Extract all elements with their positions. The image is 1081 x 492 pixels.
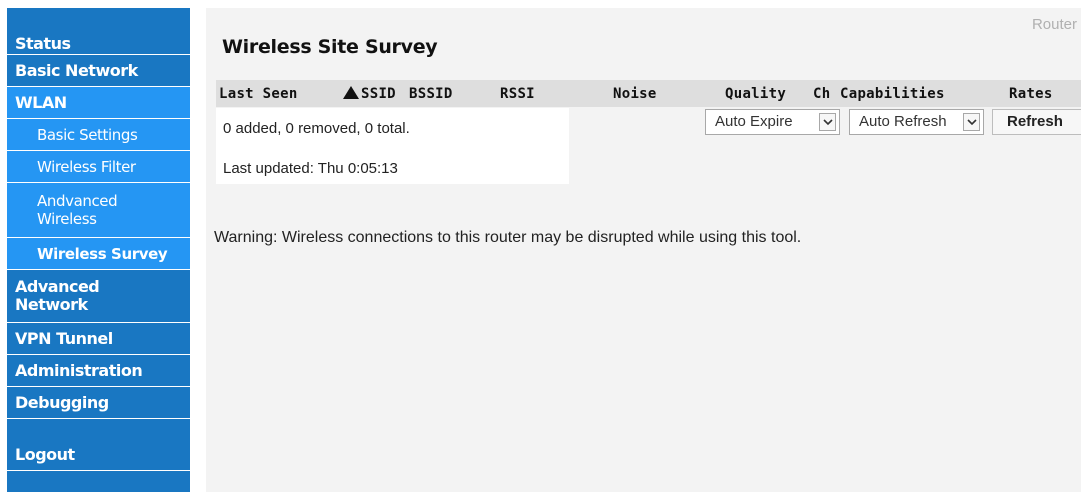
sidebar-item-label: Basic Settings bbox=[37, 125, 138, 144]
auto-refresh-select[interactable]: Auto Refresh bbox=[849, 109, 984, 135]
sort-ascending-icon bbox=[343, 86, 359, 103]
last-updated: Last updated: Thu 0:05:13 bbox=[223, 160, 398, 177]
page-title: Wireless Site Survey bbox=[222, 36, 438, 58]
sidebar-item-label: Logout bbox=[15, 444, 75, 464]
chevron-down-icon bbox=[819, 113, 836, 131]
sidebar-item-label: Debugging bbox=[15, 392, 109, 412]
sidebar-item-status[interactable]: Status bbox=[7, 33, 190, 55]
sidebar-item-advanced-wireless[interactable]: Andvanced Wireless bbox=[7, 183, 190, 238]
column-header-rates[interactable]: Rates bbox=[1009, 86, 1053, 102]
column-header-capabilities[interactable]: Capabilities bbox=[840, 86, 945, 102]
auto-expire-value: Auto Expire bbox=[715, 113, 793, 130]
column-header-quality[interactable]: Quality bbox=[725, 86, 786, 102]
sidebar-item-label: Status bbox=[15, 33, 71, 53]
sidebar-item-label: Wireless Filter bbox=[37, 157, 136, 176]
warning-message: Warning: Wireless connections to this ro… bbox=[214, 229, 802, 246]
sidebar-item-basic-network[interactable]: Basic Network bbox=[7, 55, 190, 87]
router-brand: Router bbox=[1031, 16, 1077, 33]
sidebar-item-label: Basic Network bbox=[15, 60, 138, 80]
column-header-ssid[interactable]: SSID bbox=[361, 86, 396, 102]
sidebar-item-basic-settings[interactable]: Basic Settings bbox=[7, 119, 190, 151]
refresh-button[interactable]: Refresh bbox=[992, 109, 1081, 135]
column-header-channel[interactable]: Ch bbox=[813, 86, 830, 102]
sidebar-item-label: Administration bbox=[15, 360, 143, 380]
sidebar-item-logout[interactable]: Logout bbox=[7, 439, 190, 471]
column-header-last-seen[interactable]: Last Seen bbox=[219, 86, 298, 102]
sidebar-item-label: Wireless Survey bbox=[37, 244, 168, 263]
survey-table-header: Last Seen SSID BSSID RSSI Noise Quality … bbox=[216, 80, 1081, 107]
chevron-down-icon bbox=[963, 113, 980, 131]
auto-refresh-value: Auto Refresh bbox=[859, 113, 947, 130]
sidebar: Status Basic Network WLAN Basic Settings… bbox=[7, 8, 190, 492]
sidebar-item-label: VPN Tunnel bbox=[15, 328, 113, 348]
column-header-bssid[interactable]: BSSID bbox=[409, 86, 453, 102]
sidebar-item-wireless-filter[interactable]: Wireless Filter bbox=[7, 151, 190, 183]
sidebar-item-label: Andvanced Wireless bbox=[37, 192, 118, 228]
main-content: Router Wireless Site Survey Last Seen SS… bbox=[206, 8, 1081, 492]
sidebar-item-label: Advanced Network bbox=[15, 277, 100, 314]
sidebar-item-label: WLAN bbox=[15, 92, 67, 112]
sidebar-item-wlan[interactable]: WLAN bbox=[7, 87, 190, 119]
sidebar-item-debugging[interactable]: Debugging bbox=[7, 387, 190, 419]
survey-info-panel: 0 added, 0 removed, 0 total. Last update… bbox=[216, 108, 569, 184]
sidebar-item-administration[interactable]: Administration bbox=[7, 355, 190, 387]
auto-expire-select[interactable]: Auto Expire bbox=[705, 109, 840, 135]
sidebar-item-vpn-tunnel[interactable]: VPN Tunnel bbox=[7, 323, 190, 355]
sidebar-item-advanced-network[interactable]: Advanced Network bbox=[7, 270, 190, 323]
column-header-rssi[interactable]: RSSI bbox=[500, 86, 535, 102]
column-header-noise[interactable]: Noise bbox=[613, 86, 657, 102]
survey-summary: 0 added, 0 removed, 0 total. bbox=[223, 120, 410, 137]
sidebar-item-wireless-survey[interactable]: Wireless Survey bbox=[7, 238, 190, 270]
